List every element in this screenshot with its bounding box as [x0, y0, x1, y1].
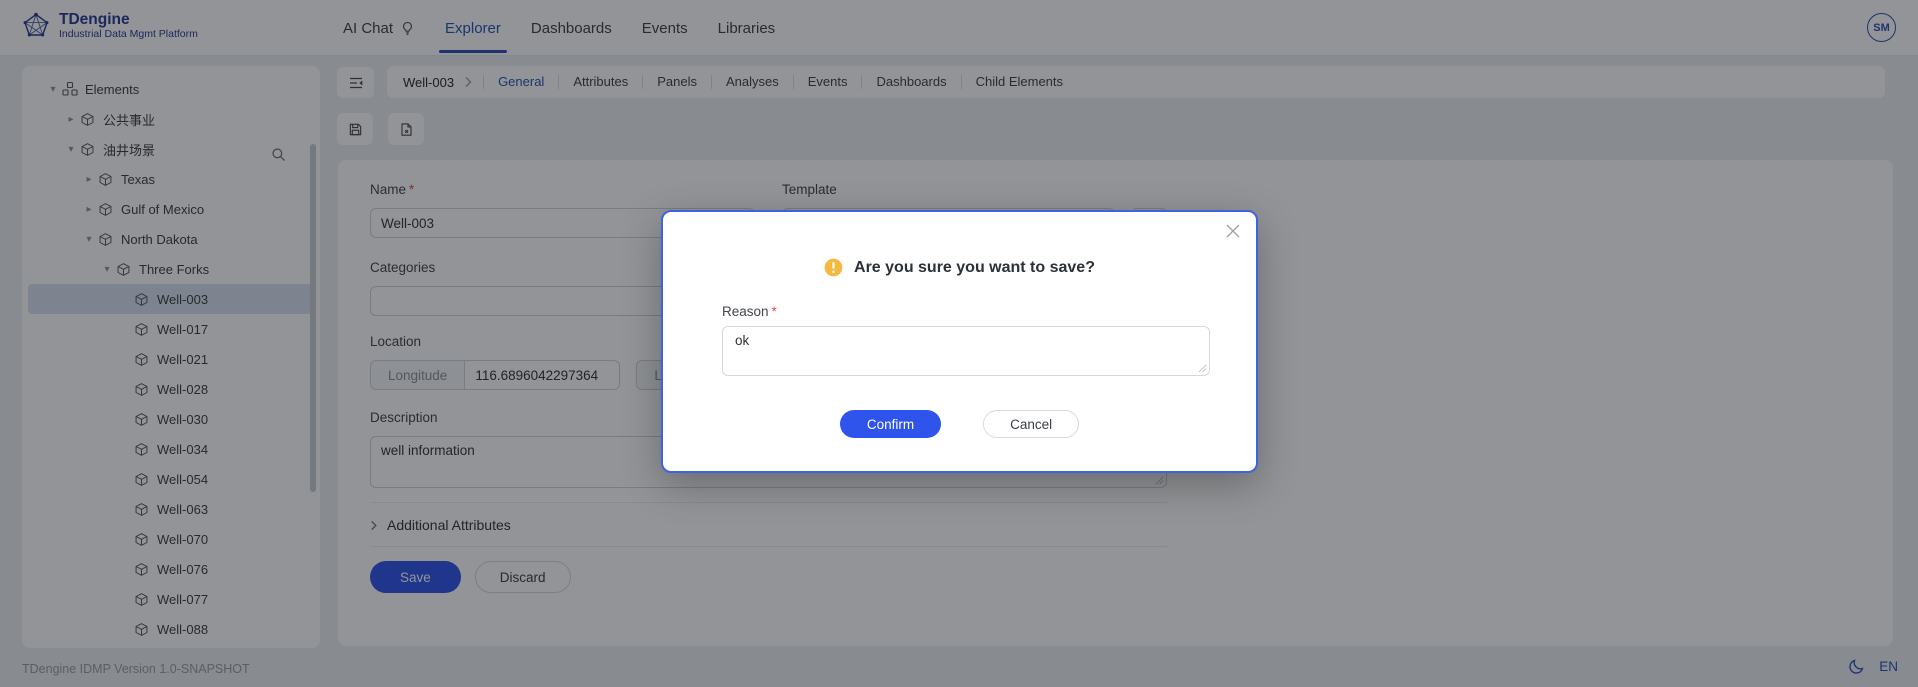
- reason-textarea[interactable]: ok: [722, 326, 1210, 376]
- dialog-title: Are you sure you want to save?: [854, 259, 1095, 277]
- app-screen: TDengine Industrial Data Mgmt Platform A…: [0, 0, 1918, 687]
- cancel-button[interactable]: Cancel: [983, 410, 1079, 438]
- reason-label: Reason*: [722, 304, 777, 319]
- confirm-button[interactable]: Confirm: [840, 410, 941, 438]
- resize-handle-icon[interactable]: [1198, 364, 1207, 373]
- close-icon[interactable]: [1226, 224, 1240, 238]
- warning-icon: [824, 258, 843, 277]
- required-mark: *: [772, 304, 777, 319]
- save-confirm-dialog: Are you sure you want to save? Reason* o…: [661, 210, 1258, 473]
